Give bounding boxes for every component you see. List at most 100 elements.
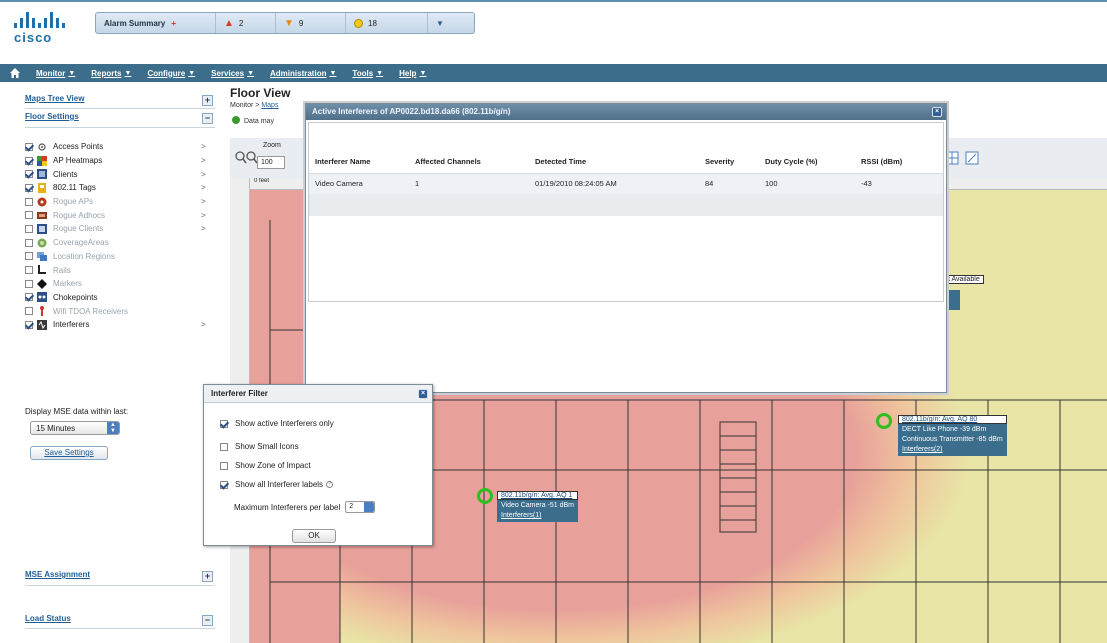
- close-icon[interactable]: ×: [932, 107, 942, 117]
- chevron-right-icon[interactable]: >: [201, 320, 206, 329]
- all-labels-checkbox[interactable]: [220, 480, 228, 489]
- major-alarms[interactable]: ▼ 9: [276, 13, 346, 33]
- column-header[interactable]: Detected Time: [529, 123, 699, 174]
- location-regions-checkbox[interactable]: [25, 252, 33, 261]
- rogue-clients-checkbox[interactable]: [25, 224, 33, 233]
- max-interferers-select[interactable]: 2: [345, 501, 376, 513]
- column-header[interactable]: Severity: [699, 123, 759, 174]
- column-header[interactable]: Duty Cycle (%): [759, 123, 855, 174]
- page-title: Floor View: [230, 86, 291, 100]
- nav-services[interactable]: Services ▼: [211, 69, 254, 78]
- rogue-client-icon: [37, 223, 47, 234]
- filter-option-all-labels: Show all Interferer labels ?: [220, 480, 334, 489]
- rogue-adhocs-checkbox[interactable]: [25, 211, 33, 220]
- ap-label-2: 802.11b/g/n: Avg. AQ 80 DECT Like Phone …: [898, 415, 1007, 456]
- clients-checkbox[interactable]: [25, 170, 33, 179]
- chevron-right-icon[interactable]: >: [201, 156, 206, 165]
- chevron-right-icon[interactable]: >: [201, 142, 206, 151]
- critical-triangle-icon: ▲: [224, 17, 234, 29]
- rogue-ap-icon: [37, 197, 47, 207]
- tags-checkbox[interactable]: [25, 183, 33, 192]
- chevron-right-icon[interactable]: >: [201, 197, 206, 206]
- nav-help[interactable]: Help ▼: [399, 69, 426, 78]
- access-point-marker[interactable]: [876, 413, 892, 429]
- tag-icon: [38, 182, 46, 193]
- zoom-select[interactable]: 100: [257, 156, 285, 169]
- cisco-bars-icon: [14, 12, 74, 28]
- coverage-areas-checkbox[interactable]: [25, 238, 33, 247]
- alarm-summary-bar[interactable]: Alarm Summary + ▲ 2 ▼ 9 18 ▼: [95, 12, 475, 34]
- rogue-aps-checkbox[interactable]: [25, 197, 33, 206]
- rails-checkbox[interactable]: [25, 266, 33, 275]
- small-icons-checkbox[interactable]: [220, 442, 228, 451]
- ap-label-1: 802.11b/g/n: Avg. AQ 1 Video Camera -51 …: [497, 491, 579, 522]
- layer-rails: Rails: [25, 263, 215, 277]
- layer-wifi-tdoa-receivers: Wifi TDOA Receivers: [25, 304, 215, 318]
- divider: [25, 108, 215, 109]
- active-only-checkbox[interactable]: [220, 419, 228, 428]
- alarm-dropdown-icon[interactable]: ▼: [428, 13, 452, 33]
- mse-assignment-link[interactable]: MSE Assignment +: [25, 570, 215, 584]
- ok-button[interactable]: OK: [292, 529, 336, 543]
- breadcrumb-maps-link[interactable]: Maps: [261, 102, 278, 109]
- ap-1-head-link[interactable]: 802.11b/g/n: Avg. AQ 1: [497, 491, 579, 500]
- chevron-right-icon[interactable]: >: [201, 224, 206, 233]
- table-row[interactable]: Video Camera 1 01/19/2010 08:24:05 AM 84…: [309, 173, 943, 194]
- collapse-icon[interactable]: −: [202, 615, 213, 626]
- dialog-titlebar[interactable]: Active Interferers of AP0022.bd18.da66 (…: [306, 104, 946, 120]
- critical-alarms[interactable]: ▲ 2: [216, 13, 276, 33]
- column-header[interactable]: Interferer Name: [309, 123, 409, 174]
- rogue-adhoc-icon: [37, 212, 47, 220]
- table-row-empty: [309, 194, 943, 216]
- divider: [25, 628, 215, 629]
- filter-option-active-only: Show active Interferers only: [220, 419, 334, 428]
- nav-monitor[interactable]: Monitor ▼: [36, 69, 75, 78]
- access-points-checkbox[interactable]: [25, 142, 33, 151]
- nav-configure[interactable]: Configure ▼: [147, 69, 195, 78]
- markers-checkbox[interactable]: [25, 279, 33, 288]
- nav-tools[interactable]: Tools ▼: [352, 69, 383, 78]
- save-settings-button[interactable]: Save Settings: [30, 446, 108, 460]
- zone-of-impact-checkbox[interactable]: [220, 461, 228, 470]
- map-tools-icon[interactable]: [944, 150, 984, 166]
- nav-administration[interactable]: Administration ▼: [270, 69, 336, 78]
- divider: [25, 127, 215, 128]
- zoom-in-out-icon[interactable]: [234, 150, 258, 166]
- zoom-label: Zoom: [263, 142, 281, 149]
- minor-alarms[interactable]: 18: [346, 13, 428, 33]
- wifi-tdoa-checkbox[interactable]: [25, 307, 33, 316]
- chevron-right-icon[interactable]: >: [201, 170, 206, 179]
- nav-reports[interactable]: Reports ▼: [91, 69, 131, 78]
- layer-list: Access Points > AP Heatmaps > Clients > …: [25, 140, 215, 332]
- close-icon[interactable]: ×: [418, 389, 428, 399]
- chevron-right-icon[interactable]: >: [201, 211, 206, 220]
- expand-icon[interactable]: +: [202, 95, 213, 106]
- coverage-area-icon: [37, 238, 47, 248]
- table-cell: 01/19/2010 08:24:05 AM: [529, 173, 699, 194]
- column-header[interactable]: RSSI (dBm): [855, 123, 943, 174]
- alarm-summary-title[interactable]: Alarm Summary +: [96, 13, 216, 33]
- ap-2-interferers-link[interactable]: Interferers(2): [902, 445, 1003, 455]
- dialog-titlebar[interactable]: Interferer Filter ×: [204, 385, 432, 403]
- interferers-checkbox[interactable]: [25, 320, 33, 329]
- chokepoints-checkbox[interactable]: [25, 293, 33, 302]
- clients-icon: [37, 169, 47, 180]
- floor-settings-link[interactable]: Floor Settings −: [25, 112, 215, 126]
- ap-2-head-link[interactable]: 802.11b/g/n: Avg. AQ 80: [898, 415, 1007, 424]
- tdoa-receiver-icon: [40, 306, 44, 317]
- ap-1-interferers-link[interactable]: Interferers(1): [501, 511, 574, 521]
- collapse-icon[interactable]: −: [202, 113, 213, 124]
- ap-heatmaps-checkbox[interactable]: [25, 156, 33, 165]
- chevron-right-icon[interactable]: >: [201, 183, 206, 192]
- major-triangle-icon: ▼: [284, 17, 294, 29]
- access-point-marker[interactable]: [477, 488, 493, 504]
- interferers-table-panel: Interferer Name Affected Channels Detect…: [308, 122, 944, 302]
- help-icon[interactable]: ?: [326, 481, 334, 488]
- load-status-link[interactable]: Load Status −: [25, 614, 215, 628]
- expand-icon[interactable]: +: [202, 571, 213, 582]
- mse-time-select[interactable]: 15 Minutes ▲ ▼: [30, 421, 120, 435]
- maps-tree-view-link[interactable]: Maps Tree View +: [25, 94, 215, 108]
- ap-1-details: Video Camera -51 dBm Interferers(1): [497, 500, 579, 522]
- home-icon[interactable]: [9, 67, 21, 79]
- column-header[interactable]: Affected Channels: [409, 123, 529, 174]
